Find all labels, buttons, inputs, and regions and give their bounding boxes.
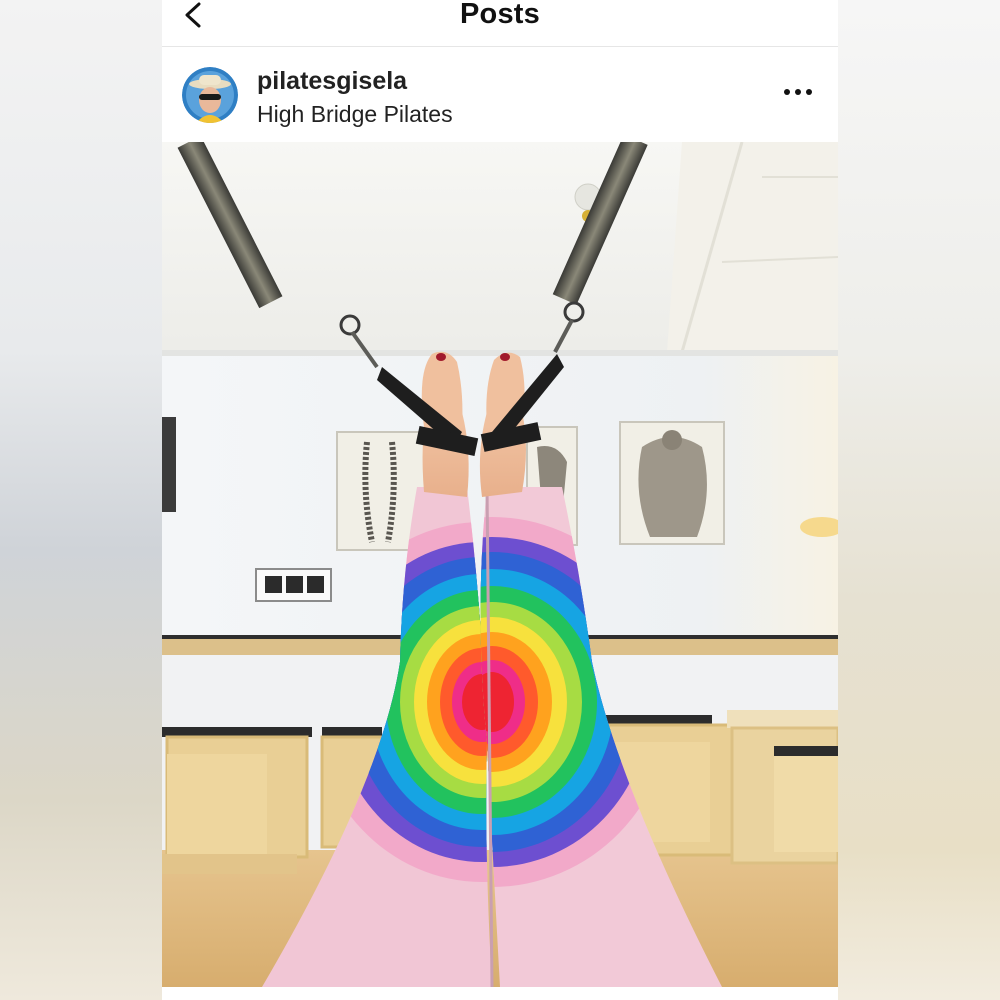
- pilates-chair-left: [162, 727, 312, 874]
- instagram-post-screen: Posts pilatesgisela High Bridge Pilates: [162, 0, 838, 1000]
- post-header: pilatesgisela High Bridge Pilates: [162, 47, 838, 142]
- background-blur-right: [838, 0, 1000, 1000]
- post-location[interactable]: High Bridge Pilates: [257, 101, 453, 128]
- top-navigation-bar: Posts: [162, 0, 838, 47]
- avatar[interactable]: [182, 67, 238, 123]
- post-options-button[interactable]: [778, 77, 818, 107]
- page-title: Posts: [460, 0, 540, 30]
- background-blur-left: [0, 0, 162, 1000]
- more-horizontal-icon: [784, 89, 812, 95]
- post-username[interactable]: pilatesgisela: [257, 67, 407, 96]
- post-photo[interactable]: [162, 142, 838, 987]
- pilates-chair-right: [727, 710, 838, 865]
